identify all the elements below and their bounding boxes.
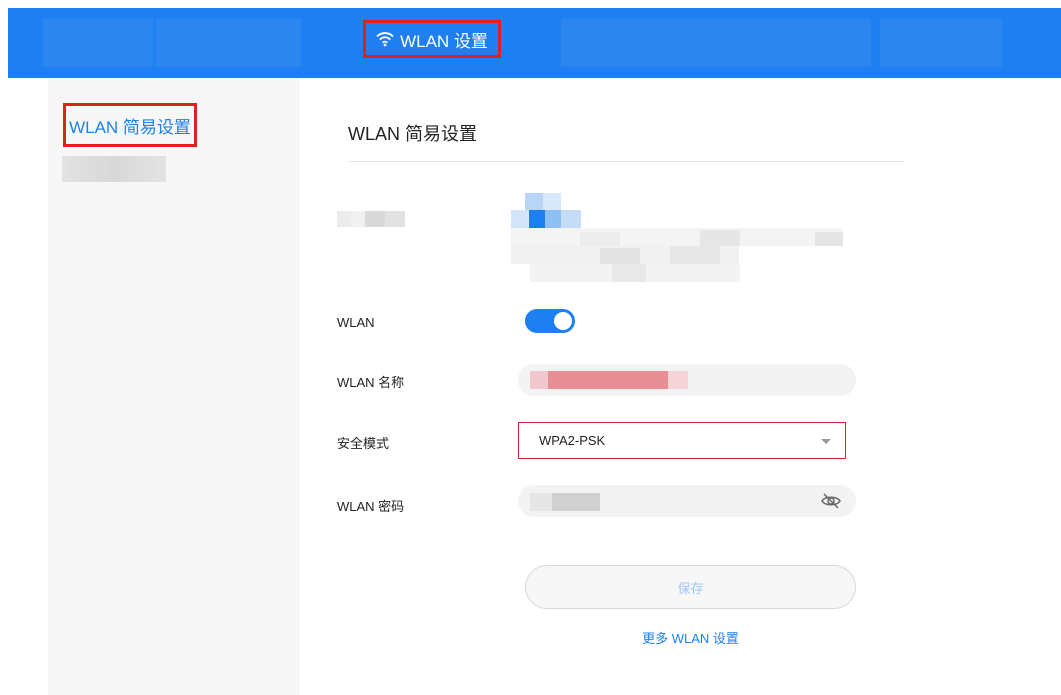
nav-blurred-item[interactable]: [156, 19, 301, 67]
security-mode-label: 安全模式: [337, 436, 390, 451]
wifi-icon: [376, 31, 394, 47]
wlan-label: WLAN: [337, 315, 375, 330]
chevron-down-icon: [821, 439, 831, 444]
more-wlan-settings-link[interactable]: 更多 WLAN 设置: [0, 628, 1061, 647]
sidebar-item-blurred[interactable]: [62, 156, 166, 182]
wlan-password-field[interactable]: [518, 485, 856, 517]
page-title: WLAN 简易设置: [348, 124, 478, 144]
tab-wlan-settings[interactable]: WLAN 设置: [363, 20, 501, 58]
toggle-knob: [554, 312, 572, 330]
top-navigation-bar: WLAN 设置: [8, 8, 1061, 78]
save-button[interactable]: 保存: [525, 565, 856, 609]
eye-off-icon[interactable]: [820, 490, 842, 512]
sidebar-item-label: WLAN 简易设置: [69, 117, 191, 137]
wlan-name-field[interactable]: [518, 364, 856, 396]
wlan-password-label: WLAN 密码: [337, 499, 405, 514]
sidebar: WLAN 简易设置: [48, 78, 300, 695]
security-mode-value: WPA2-PSK: [539, 433, 606, 448]
nav-blurred-item[interactable]: [43, 19, 153, 67]
nav-blurred-item[interactable]: [880, 19, 1002, 67]
wlan-name-label: WLAN 名称: [337, 375, 405, 390]
wlan-toggle[interactable]: [525, 309, 575, 333]
divider: [348, 161, 904, 162]
sidebar-item-wlan-simple-settings[interactable]: WLAN 简易设置: [63, 103, 197, 147]
tab-wlan-settings-label: WLAN 设置: [400, 31, 488, 51]
nav-blurred-item[interactable]: [561, 19, 871, 67]
security-mode-select[interactable]: WPA2-PSK: [518, 422, 846, 459]
